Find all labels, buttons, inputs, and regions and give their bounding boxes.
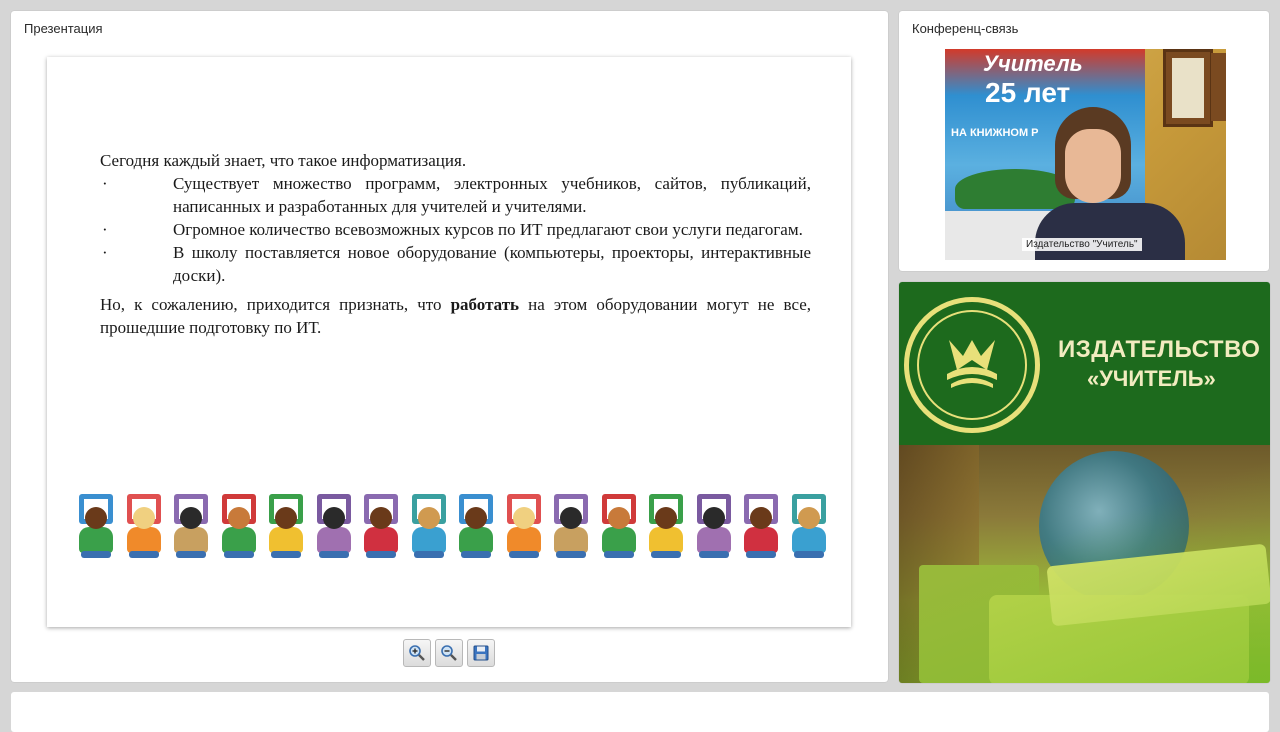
closing-bold-word: работать <box>450 295 520 314</box>
poster-text: НА КНИЖНОМ Р <box>951 127 1039 139</box>
child-figure <box>455 493 497 561</box>
children-at-computers-illustration <box>75 493 837 561</box>
promo-banner: ИЗДАТЕЛЬСТВО «УЧИТЕЛЬ» <box>899 282 1270 683</box>
child-figure <box>313 493 355 561</box>
bullet-text: В школу поставляется новое оборудование … <box>173 243 811 285</box>
save-icon <box>473 645 489 661</box>
conference-title: Конференц-связь <box>912 21 1019 36</box>
wall-frame <box>1211 53 1226 121</box>
child-figure <box>170 493 212 561</box>
closing-text-before: Но, к сожалению, приходится признать, чт… <box>100 295 451 314</box>
conference-panel: Конференц-связь Учитель 25 лет НА КНИЖНО… <box>899 11 1269 271</box>
slide-intro: Сегодня каждый знает, что такое информат… <box>100 151 467 170</box>
promo-photo <box>899 445 1270 683</box>
presentation-title: Презентация <box>24 21 103 36</box>
bullet-marker: · <box>102 243 108 262</box>
child-figure <box>598 493 640 561</box>
brand-line-2: «УЧИТЕЛЬ» <box>1087 366 1216 391</box>
wall-frame <box>1163 49 1213 127</box>
bullet-text: Существует множество программ, электронн… <box>173 174 811 216</box>
child-figure <box>218 493 260 561</box>
child-figure <box>123 493 165 561</box>
publisher-logo <box>904 297 1040 433</box>
child-figure <box>740 493 782 561</box>
bullet-marker: · <box>102 220 108 239</box>
book-logo-icon <box>947 340 997 388</box>
bullet-marker: · <box>102 174 108 193</box>
slide-closing: Но, к сожалению, приходится признать, чт… <box>100 293 811 339</box>
poster-text: Учитель <box>983 51 1083 76</box>
bullet-text: Огромное количество всевозможных курсов … <box>173 220 803 239</box>
presentation-panel: Презентация Сегодня каждый знает, что та… <box>11 11 888 682</box>
video-caption: Издательство "Учитель" <box>1022 238 1142 251</box>
video-feed[interactable]: Учитель 25 лет НА КНИЖНОМ Р Издательство… <box>945 49 1226 260</box>
poster-text: 25 лет <box>985 77 1071 108</box>
save-button[interactable] <box>467 639 495 667</box>
child-figure <box>408 493 450 561</box>
slide: Сегодня каждый знает, что такое информат… <box>47 57 851 627</box>
bottom-panel <box>11 692 1269 732</box>
child-figure <box>360 493 402 561</box>
brand-line-1: ИЗДАТЕЛЬСТВО <box>1058 336 1261 363</box>
child-figure <box>645 493 687 561</box>
zoom-in-icon <box>409 645 425 661</box>
slide-bullet: · Огромное количество всевозможных курсо… <box>100 218 811 241</box>
child-figure <box>693 493 735 561</box>
child-figure <box>75 493 117 561</box>
child-figure <box>503 493 545 561</box>
child-figure <box>265 493 307 561</box>
zoom-out-icon <box>441 645 457 661</box>
promo-header: ИЗДАТЕЛЬСТВО «УЧИТЕЛЬ» <box>899 282 1270 445</box>
child-figure <box>788 493 830 561</box>
presentation-toolbar <box>403 639 495 667</box>
slide-bullet: · Существует множество программ, электро… <box>100 172 811 218</box>
zoom-in-button[interactable] <box>403 639 431 667</box>
zoom-out-button[interactable] <box>435 639 463 667</box>
child-figure <box>550 493 592 561</box>
slide-bullet: · В школу поставляется новое оборудовани… <box>100 241 811 287</box>
slide-text: Сегодня каждый знает, что такое информат… <box>100 149 811 339</box>
